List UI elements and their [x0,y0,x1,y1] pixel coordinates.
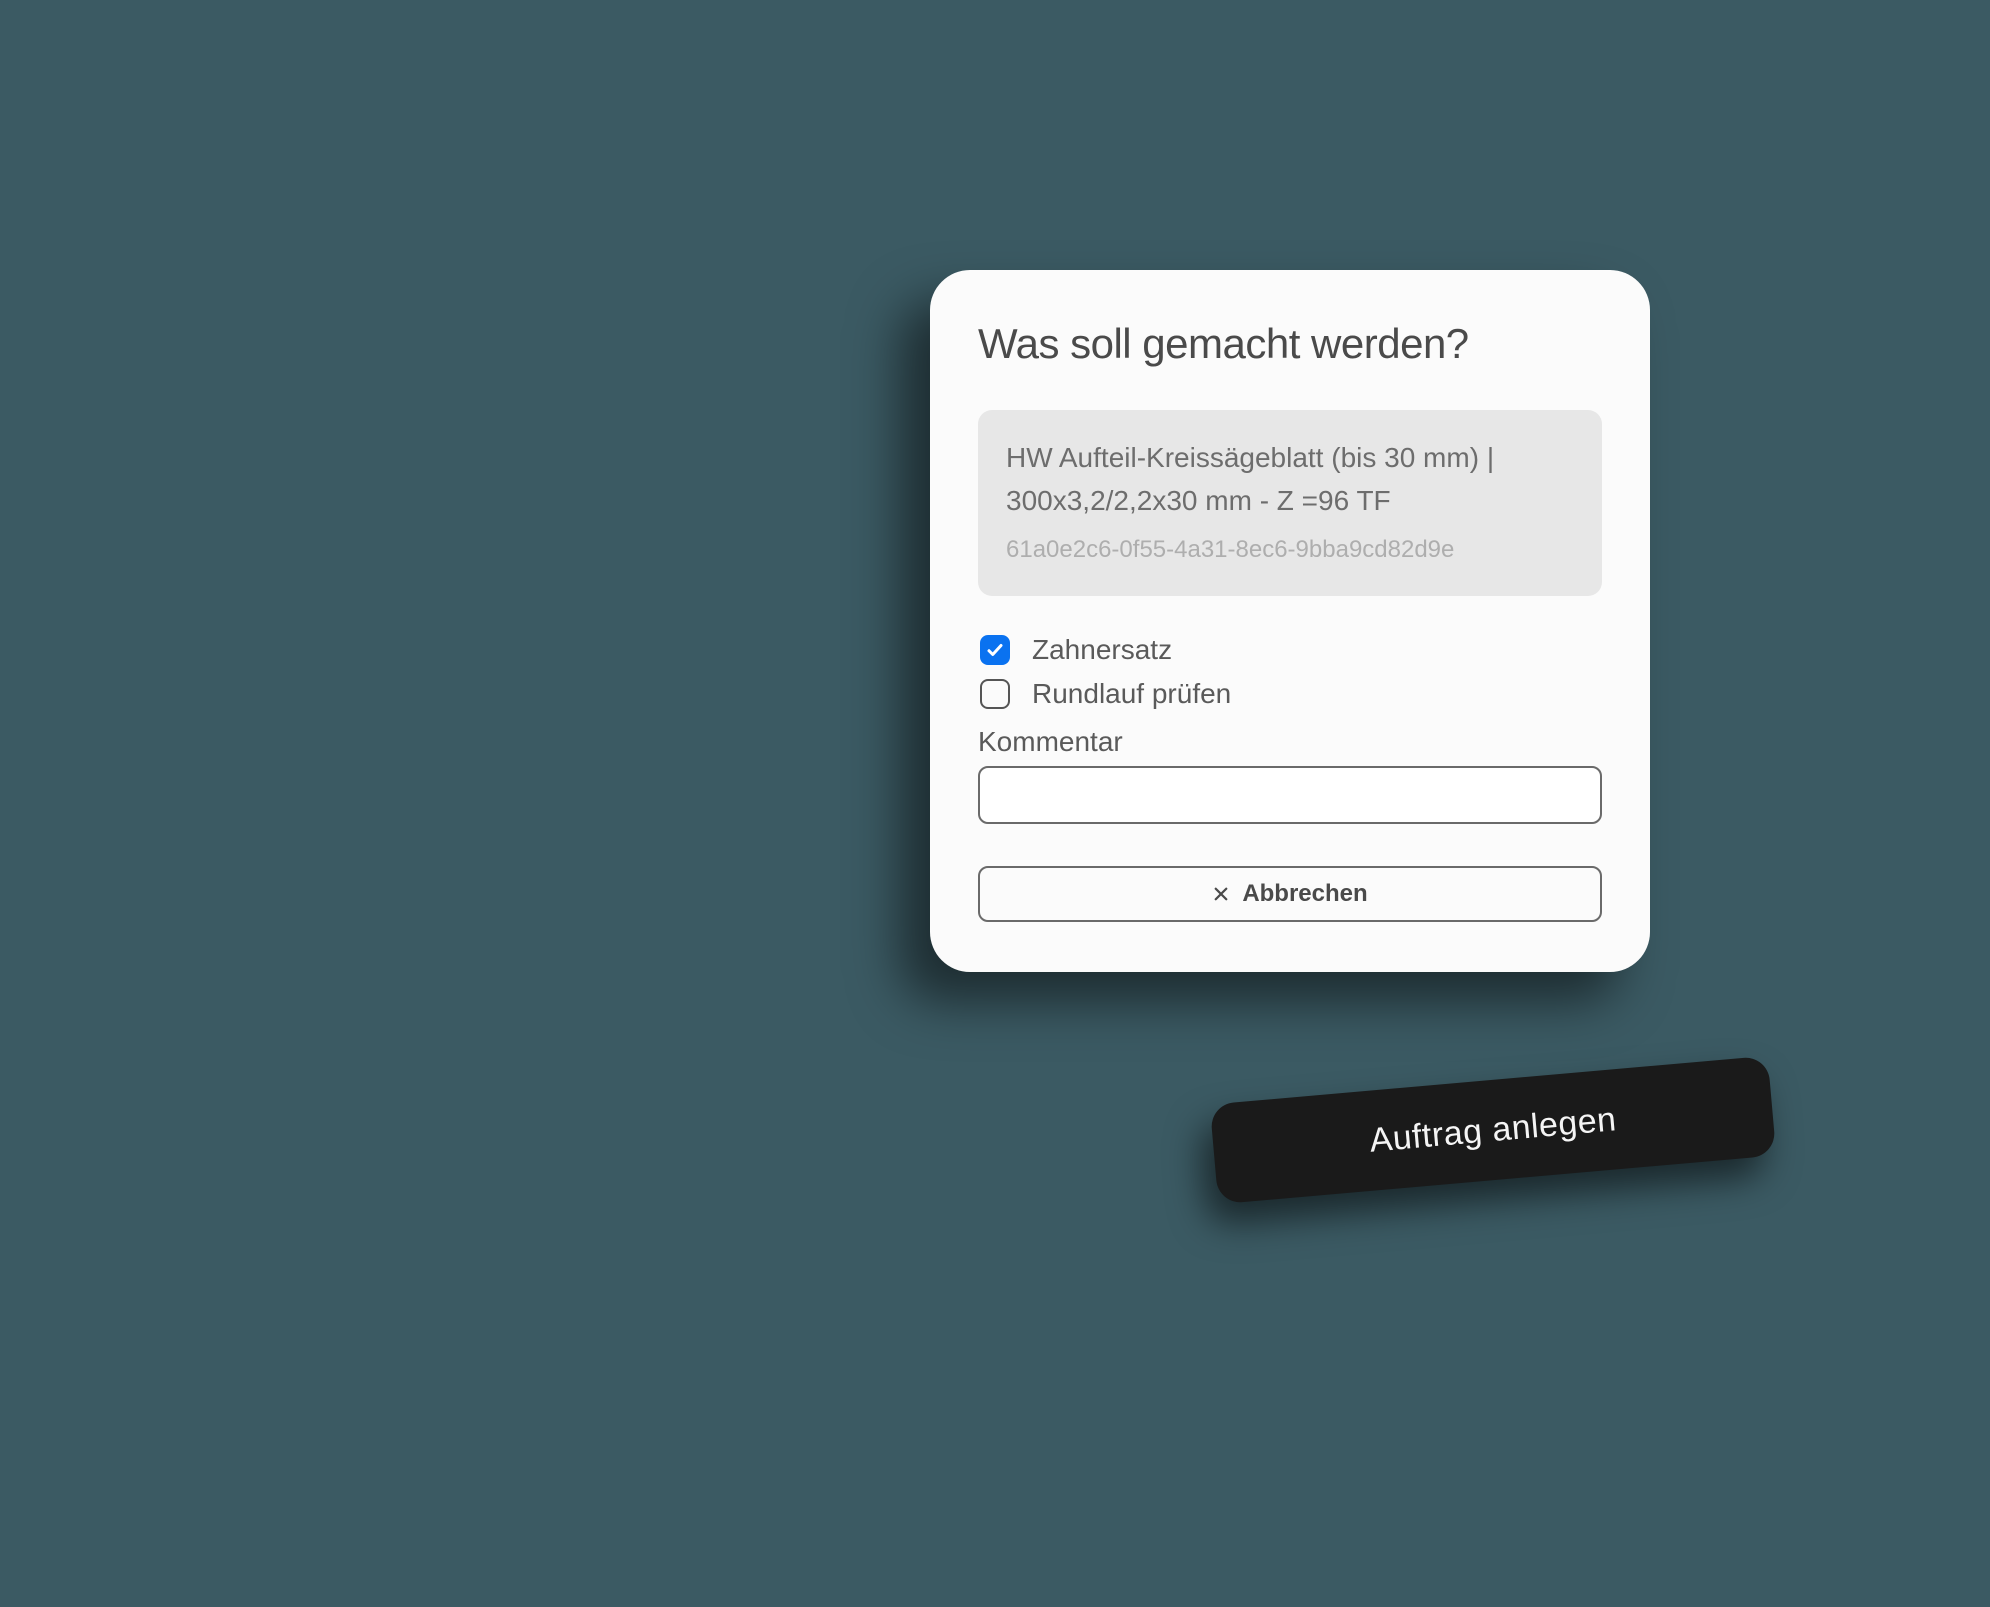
create-order-label: Auftrag anlegen [1368,1100,1618,1160]
comment-input[interactable] [978,766,1602,824]
option-zahnersatz-label: Zahnersatz [1032,634,1172,666]
cancel-button[interactable]: Abbrechen [978,866,1602,922]
create-order-button[interactable]: Auftrag anlegen [1210,1056,1777,1204]
option-rundlauf-label: Rundlauf prüfen [1032,678,1231,710]
dialog-button-row: Abbrechen [978,866,1602,922]
cancel-button-label: Abbrechen [1242,880,1367,908]
product-id: 61a0e2c6-0f55-4a31-8ec6-9bba9cd82d9e [1006,531,1574,568]
product-summary-card: HW Aufteil-Kreissägeblatt (bis 30 mm) | … [978,410,1602,596]
checkbox-zahnersatz[interactable] [980,635,1010,665]
dialog-title: Was soll gemacht werden? [978,320,1602,368]
product-description: HW Aufteil-Kreissägeblatt (bis 30 mm) | … [1006,436,1574,523]
option-rundlauf-row[interactable]: Rundlauf prüfen [978,678,1602,710]
checkmark-icon [986,641,1004,659]
option-zahnersatz-row[interactable]: Zahnersatz [978,634,1602,666]
checkbox-rundlauf[interactable] [980,679,1010,709]
close-icon [1212,885,1230,903]
comment-field-label: Kommentar [978,726,1602,758]
task-dialog: Was soll gemacht werden? HW Aufteil-Krei… [930,270,1650,972]
